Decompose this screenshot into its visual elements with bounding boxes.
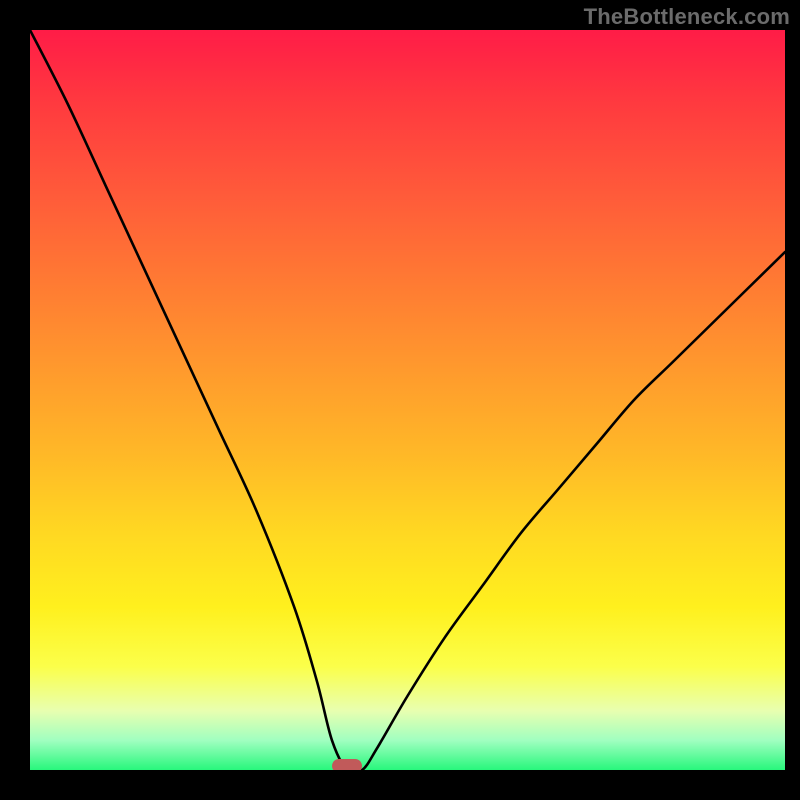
bottleneck-curve <box>30 30 785 770</box>
watermark-text: TheBottleneck.com <box>584 4 790 30</box>
chart-frame: TheBottleneck.com <box>0 0 800 800</box>
optimum-marker <box>332 759 362 770</box>
plot-area <box>30 30 785 770</box>
